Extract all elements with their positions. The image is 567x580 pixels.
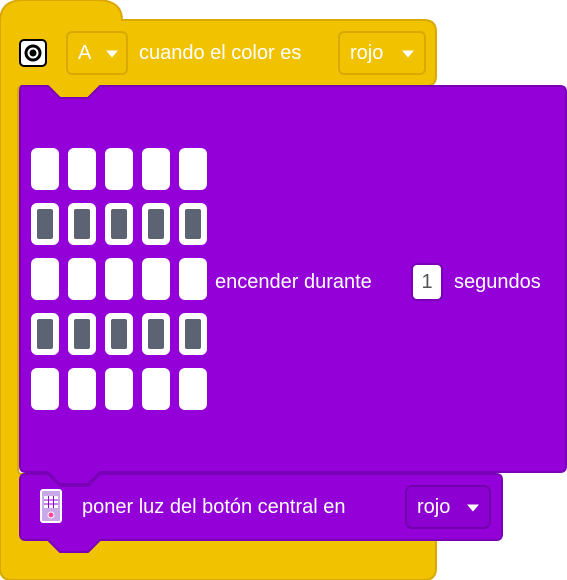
matrix-pixel-r2-c5[interactable] [179, 203, 207, 245]
matrix-pixel-r2-c2[interactable] [68, 203, 96, 245]
color-sensor-icon [19, 39, 47, 67]
matrix-pixel-r1-c1[interactable] [31, 148, 59, 190]
matrix-pixel-r5-c5[interactable] [179, 368, 207, 410]
matrix-pixel-r4-c5[interactable] [179, 313, 207, 355]
matrix-pixel-r4-c4[interactable] [142, 313, 170, 355]
matrix-pixel-r5-c4[interactable] [142, 368, 170, 410]
matrix-pixel-r4-c1[interactable] [31, 313, 59, 355]
matrix-pixel-r2-c1[interactable] [31, 203, 59, 245]
matrix-pixel-r1-c3[interactable] [105, 148, 133, 190]
matrix-pixel-r4-c2[interactable] [68, 313, 96, 355]
center-button-color-value: rojo [417, 496, 451, 518]
hub-center-button-icon [40, 489, 62, 523]
color-dropdown-value: rojo [350, 42, 384, 64]
matrix-pixel-r2-c4[interactable] [142, 203, 170, 245]
matrix-pixel-r1-c4[interactable] [142, 148, 170, 190]
matrix-pixel-r3-c3[interactable] [105, 258, 133, 300]
matrix-pixel-r3-c4[interactable] [142, 258, 170, 300]
chevron-down-icon [402, 50, 414, 58]
matrix-pixel-r2-c3[interactable] [105, 203, 133, 245]
light-matrix-grid[interactable] [31, 148, 207, 412]
duration-input[interactable]: 1 [411, 263, 443, 301]
matrix-label-before: encender durante [215, 271, 372, 293]
matrix-pixel-r3-c1[interactable] [31, 258, 59, 300]
chevron-down-icon [106, 50, 118, 58]
port-dropdown-value: A [78, 42, 92, 64]
matrix-pixel-r3-c2[interactable] [68, 258, 96, 300]
matrix-pixel-r4-c3[interactable] [105, 313, 133, 355]
matrix-pixel-r1-c5[interactable] [179, 148, 207, 190]
matrix-pixel-r3-c5[interactable] [179, 258, 207, 300]
color-dropdown[interactable]: rojo [338, 31, 426, 75]
center-button-label: poner luz del botón central en [82, 496, 346, 518]
center-button-color-dropdown[interactable]: rojo [405, 485, 491, 529]
hat-block-label: cuando el color es [139, 42, 302, 64]
matrix-pixel-r5-c1[interactable] [31, 368, 59, 410]
matrix-pixel-r5-c2[interactable] [68, 368, 96, 410]
matrix-pixel-r5-c3[interactable] [105, 368, 133, 410]
chevron-down-icon [467, 504, 479, 512]
port-dropdown[interactable]: A [66, 31, 128, 75]
matrix-pixel-r1-c2[interactable] [68, 148, 96, 190]
matrix-label-after: segundos [454, 271, 541, 293]
